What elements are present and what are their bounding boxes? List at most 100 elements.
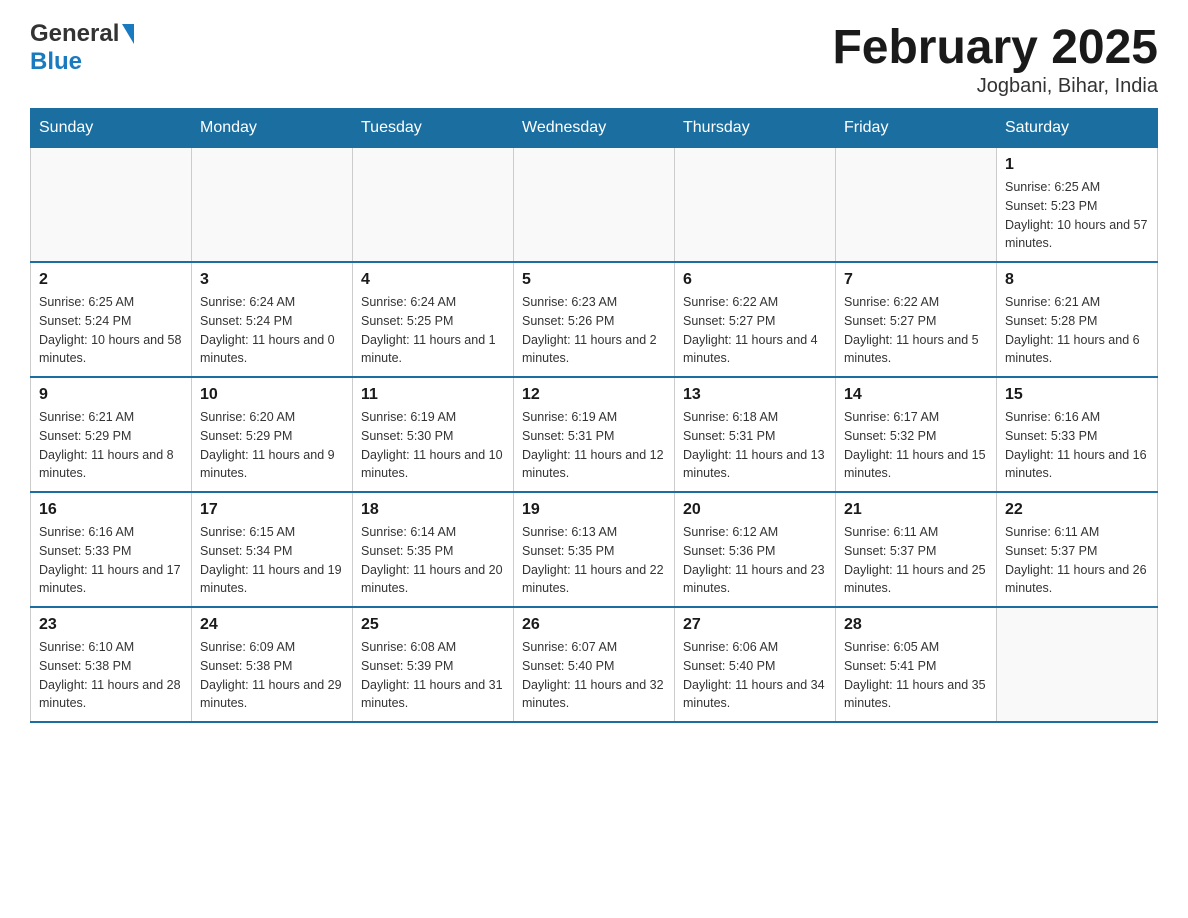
- day-number: 5: [522, 271, 666, 289]
- calendar-cell: 1Sunrise: 6:25 AMSunset: 5:23 PMDaylight…: [997, 148, 1158, 263]
- header-day: Thursday: [675, 109, 836, 148]
- calendar-cell: 27 Sunrise: 6:06 AMSunset: 5:40 PMDayligh…: [675, 607, 836, 722]
- day-info: Sunrise: 6:25 AMSunset: 5:24 PMDaylight:…: [39, 293, 183, 368]
- calendar-cell: 26 Sunrise: 6:07 AMSunset: 5:40 PMDayligh…: [514, 607, 675, 722]
- page-title: February 2025: [832, 20, 1158, 75]
- day-number: 13: [683, 386, 827, 404]
- day-number: 16: [39, 501, 183, 519]
- calendar-cell: 8 Sunrise: 6:21 AMSunset: 5:28 PMDaylight…: [997, 262, 1158, 377]
- header-day: Sunday: [31, 109, 192, 148]
- calendar-cell: 17 Sunrise: 6:15 AMSunset: 5:34 PMDayligh…: [192, 492, 353, 607]
- page-subtitle: Jogbani, Bihar, India: [832, 75, 1158, 98]
- calendar-week-row: 2 Sunrise: 6:25 AMSunset: 5:24 PMDaylight…: [31, 262, 1158, 377]
- logo-arrow-icon: [122, 24, 134, 44]
- day-number: 18: [361, 501, 505, 519]
- day-number: 17: [200, 501, 344, 519]
- day-info: Sunrise: 6:22 AMSunset: 5:27 PMDaylight:…: [844, 293, 988, 368]
- calendar-cell: 10 Sunrise: 6:20 AMSunset: 5:29 PMDayligh…: [192, 377, 353, 492]
- day-number: 1: [1005, 156, 1149, 174]
- calendar-week-row: 9 Sunrise: 6:21 AMSunset: 5:29 PMDaylight…: [31, 377, 1158, 492]
- calendar-cell: 22 Sunrise: 6:11 AMSunset: 5:37 PMDayligh…: [997, 492, 1158, 607]
- calendar-cell: [997, 607, 1158, 722]
- calendar-week-row: 23Sunrise: 6:10 AMSunset: 5:38 PMDayligh…: [31, 607, 1158, 722]
- day-info: Sunrise: 6:11 AMSunset: 5:37 PMDaylight:…: [1005, 523, 1149, 598]
- day-info: Sunrise: 6:21 AMSunset: 5:29 PMDaylight:…: [39, 408, 183, 483]
- calendar-cell: 19 Sunrise: 6:13 AMSunset: 5:35 PMDayligh…: [514, 492, 675, 607]
- day-number: 19: [522, 501, 666, 519]
- day-number: 10: [200, 386, 344, 404]
- day-number: 4: [361, 271, 505, 289]
- day-info: Sunrise: 6:12 AMSunset: 5:36 PMDaylight:…: [683, 523, 827, 598]
- day-info: Sunrise: 6:08 AMSunset: 5:39 PMDaylight:…: [361, 638, 505, 713]
- day-number: 6: [683, 271, 827, 289]
- day-info: Sunrise: 6:19 AMSunset: 5:30 PMDaylight:…: [361, 408, 505, 483]
- day-number: 15: [1005, 386, 1149, 404]
- calendar-cell: 7Sunrise: 6:22 AMSunset: 5:27 PMDaylight…: [836, 262, 997, 377]
- day-number: 12: [522, 386, 666, 404]
- calendar-cell: [192, 148, 353, 263]
- day-info: Sunrise: 6:14 AMSunset: 5:35 PMDaylight:…: [361, 523, 505, 598]
- day-number: 26: [522, 616, 666, 634]
- calendar-cell: 12 Sunrise: 6:19 AMSunset: 5:31 PMDayligh…: [514, 377, 675, 492]
- day-info: Sunrise: 6:20 AMSunset: 5:29 PMDaylight:…: [200, 408, 344, 483]
- calendar-cell: 5 Sunrise: 6:23 AMSunset: 5:26 PMDaylight…: [514, 262, 675, 377]
- calendar-cell: 9 Sunrise: 6:21 AMSunset: 5:29 PMDaylight…: [31, 377, 192, 492]
- day-number: 3: [200, 271, 344, 289]
- calendar-cell: [514, 148, 675, 263]
- calendar-cell: 3 Sunrise: 6:24 AMSunset: 5:24 PMDaylight…: [192, 262, 353, 377]
- day-number: 21: [844, 501, 988, 519]
- calendar-header: SundayMondayTuesdayWednesdayThursdayFrid…: [31, 109, 1158, 148]
- calendar-cell: [675, 148, 836, 263]
- calendar-cell: [836, 148, 997, 263]
- calendar-cell: 18 Sunrise: 6:14 AMSunset: 5:35 PMDayligh…: [353, 492, 514, 607]
- calendar-cell: 2 Sunrise: 6:25 AMSunset: 5:24 PMDaylight…: [31, 262, 192, 377]
- calendar-cell: 25 Sunrise: 6:08 AMSunset: 5:39 PMDayligh…: [353, 607, 514, 722]
- calendar-week-row: 1Sunrise: 6:25 AMSunset: 5:23 PMDaylight…: [31, 148, 1158, 263]
- calendar-cell: 16Sunrise: 6:16 AMSunset: 5:33 PMDayligh…: [31, 492, 192, 607]
- day-number: 24: [200, 616, 344, 634]
- day-number: 9: [39, 386, 183, 404]
- day-info: Sunrise: 6:13 AMSunset: 5:35 PMDaylight:…: [522, 523, 666, 598]
- calendar-body: 1Sunrise: 6:25 AMSunset: 5:23 PMDaylight…: [31, 148, 1158, 723]
- logo-blue-text: Blue: [30, 48, 82, 76]
- calendar-cell: 24 Sunrise: 6:09 AMSunset: 5:38 PMDayligh…: [192, 607, 353, 722]
- day-info: Sunrise: 6:10 AMSunset: 5:38 PMDaylight:…: [39, 638, 183, 713]
- header-day: Saturday: [997, 109, 1158, 148]
- logo: General Blue: [30, 20, 134, 76]
- calendar-cell: 6 Sunrise: 6:22 AMSunset: 5:27 PMDaylight…: [675, 262, 836, 377]
- calendar-cell: 21 Sunrise: 6:11 AMSunset: 5:37 PMDayligh…: [836, 492, 997, 607]
- header-day: Tuesday: [353, 109, 514, 148]
- day-number: 14: [844, 386, 988, 404]
- calendar-week-row: 16Sunrise: 6:16 AMSunset: 5:33 PMDayligh…: [31, 492, 1158, 607]
- calendar-cell: 28 Sunrise: 6:05 AMSunset: 5:41 PMDayligh…: [836, 607, 997, 722]
- day-info: Sunrise: 6:11 AMSunset: 5:37 PMDaylight:…: [844, 523, 988, 598]
- day-info: Sunrise: 6:21 AMSunset: 5:28 PMDaylight:…: [1005, 293, 1149, 368]
- day-info: Sunrise: 6:24 AMSunset: 5:24 PMDaylight:…: [200, 293, 344, 368]
- day-number: 20: [683, 501, 827, 519]
- day-info: Sunrise: 6:09 AMSunset: 5:38 PMDaylight:…: [200, 638, 344, 713]
- day-number: 22: [1005, 501, 1149, 519]
- header-day: Monday: [192, 109, 353, 148]
- day-number: 28: [844, 616, 988, 634]
- logo-general-text: General: [30, 20, 119, 48]
- day-info: Sunrise: 6:16 AMSunset: 5:33 PMDaylight:…: [1005, 408, 1149, 483]
- calendar-cell: 15 Sunrise: 6:16 AMSunset: 5:33 PMDayligh…: [997, 377, 1158, 492]
- day-info: Sunrise: 6:15 AMSunset: 5:34 PMDaylight:…: [200, 523, 344, 598]
- day-number: 11: [361, 386, 505, 404]
- day-number: 8: [1005, 271, 1149, 289]
- day-info: Sunrise: 6:24 AMSunset: 5:25 PMDaylight:…: [361, 293, 505, 368]
- calendar-cell: 11 Sunrise: 6:19 AMSunset: 5:30 PMDayligh…: [353, 377, 514, 492]
- day-number: 25: [361, 616, 505, 634]
- calendar-cell: 4 Sunrise: 6:24 AMSunset: 5:25 PMDaylight…: [353, 262, 514, 377]
- day-number: 27: [683, 616, 827, 634]
- day-info: Sunrise: 6:23 AMSunset: 5:26 PMDaylight:…: [522, 293, 666, 368]
- header-day: Wednesday: [514, 109, 675, 148]
- calendar-cell: 14Sunrise: 6:17 AMSunset: 5:32 PMDayligh…: [836, 377, 997, 492]
- day-info: Sunrise: 6:05 AMSunset: 5:41 PMDaylight:…: [844, 638, 988, 713]
- page-header: General Blue February 2025 Jogbani, Biha…: [30, 20, 1158, 98]
- day-info: Sunrise: 6:19 AMSunset: 5:31 PMDaylight:…: [522, 408, 666, 483]
- day-info: Sunrise: 6:06 AMSunset: 5:40 PMDaylight:…: [683, 638, 827, 713]
- day-info: Sunrise: 6:22 AMSunset: 5:27 PMDaylight:…: [683, 293, 827, 368]
- day-info: Sunrise: 6:07 AMSunset: 5:40 PMDaylight:…: [522, 638, 666, 713]
- day-number: 2: [39, 271, 183, 289]
